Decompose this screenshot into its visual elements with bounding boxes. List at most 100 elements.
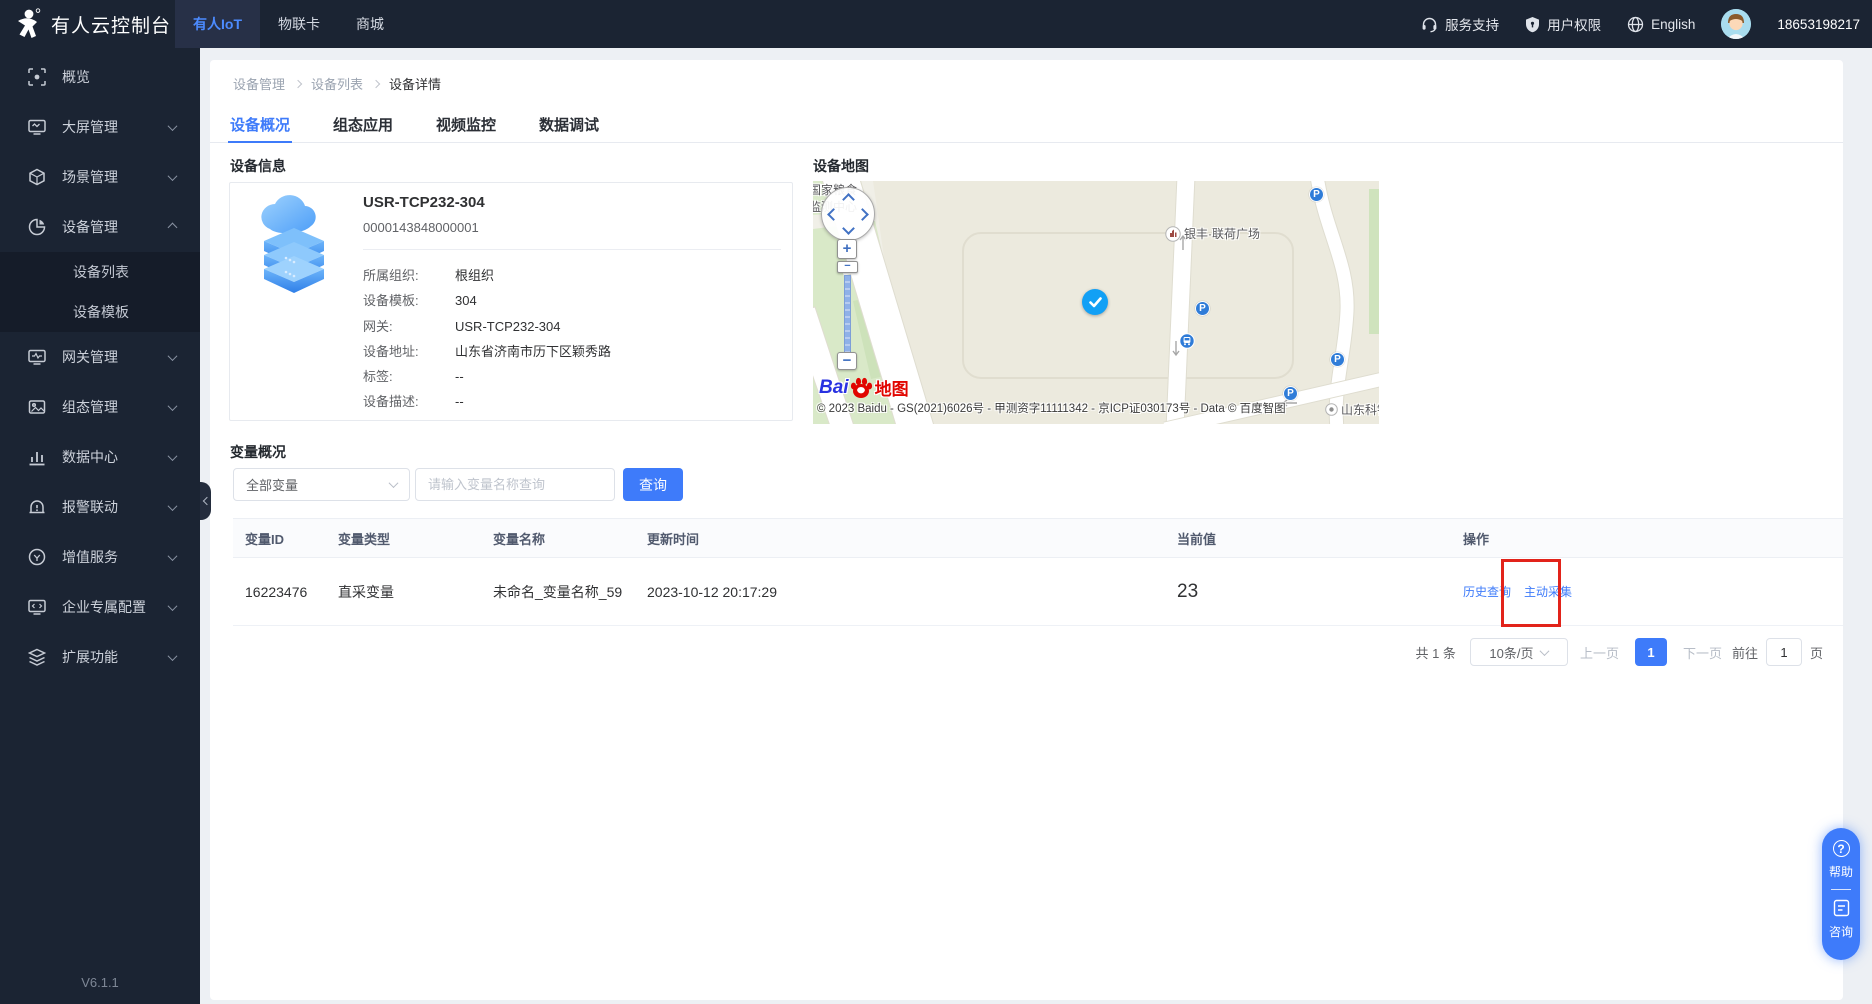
page-unit-label: 页 [1810,643,1823,662]
content-card: 设备管理 设备列表 设备详情 设备概况 组态应用 视频监控 数据调试 设备信息 … [210,60,1843,1000]
device-field-template: 设备模板:304 [363,288,611,313]
shield-icon [1525,16,1540,33]
map-attribution: © 2023 Baidu - GS(2021)6026号 - 甲测资字11111… [817,400,1286,416]
baidu-maps-logo: Bai 地图 [819,375,909,400]
col-variable-name: 变量名称 [493,529,647,548]
chevron-down-icon [1540,646,1550,656]
sidebar-item-device-template[interactable]: 设备模板 [0,292,200,332]
breadcrumb-device-mgmt[interactable]: 设备管理 [233,74,285,93]
pan-down-icon[interactable] [842,222,855,235]
monitor-code-icon [27,598,47,616]
user-permission-link[interactable]: 用户权限 [1525,14,1601,34]
sidebar-item-device-list[interactable]: 设备列表 [0,252,200,292]
page-size-select[interactable]: 10条/页 [1470,638,1568,666]
image-icon [27,398,47,416]
sidebar-item-screen-mgmt[interactable]: 大屏管理 [0,102,200,152]
map-zoom-in-button[interactable]: + [837,239,857,259]
sidebar: 概览 大屏管理 场景管理 设备管理 [0,48,200,1004]
sidebar-item-enterprise-config[interactable]: 企业专属配置 [0,582,200,632]
globe-icon [1627,16,1644,33]
tab-data-debug[interactable]: 数据调试 [537,110,601,142]
device-map[interactable]: 国家粮食 监测中心 银丰·联荷广场 P P P P [813,181,1379,424]
goto-page-input[interactable] [1766,638,1802,666]
variable-type-select[interactable]: 全部变量 [233,468,410,501]
sidebar-item-gateway-mgmt[interactable]: 网关管理 [0,332,200,382]
floating-help-widget: ? 帮助 咨询 [1822,828,1860,960]
usr-logo-icon [14,8,41,40]
divider [363,249,781,250]
col-variable-id: 变量ID [233,529,338,548]
sidebar-item-extensions[interactable]: 扩展功能 [0,632,200,682]
alarm-bell-icon [27,498,47,516]
sidebar-item-value-added[interactable]: 增值服务 [0,532,200,582]
col-update-time: 更新时间 [647,529,1177,548]
consult-button[interactable]: 咨询 [1829,923,1853,940]
baidu-paw-icon [849,377,873,399]
next-page-button[interactable]: 下一页 [1683,643,1722,662]
pan-right-icon[interactable] [856,208,869,221]
topnav-iot-card[interactable]: 物联卡 [260,0,338,48]
parking-icon: P [1309,187,1324,202]
device-info-card: USR-TCP232-304 0000143848000001 所属组织:根组织… [229,182,793,421]
query-button[interactable]: 查询 [623,468,683,501]
detail-tabs: 设备概况 组态应用 视频监控 数据调试 [210,110,1843,143]
map-poi-keyin: 山东科银 [1325,401,1379,418]
sidebar-item-data-center[interactable]: 数据中心 [0,432,200,482]
chevron-down-icon [168,351,178,361]
chevron-down-icon [168,171,178,181]
gateway-monitor-icon [27,348,47,366]
sidebar-item-alarm-linkage[interactable]: 报警联动 [0,482,200,532]
question-icon[interactable]: ? [1833,840,1850,857]
account-phone[interactable]: 18653198217 [1777,17,1860,32]
map-pan-control[interactable] [821,187,875,241]
sidebar-item-scada-mgmt[interactable]: 组态管理 [0,382,200,432]
parking-icon: P [1195,301,1210,316]
top-header: 有人云控制台 有人IoT 物联卡 商城 服务支持 [0,0,1872,48]
tab-device-overview[interactable]: 设备概况 [228,110,292,142]
device-info-title: 设备信息 [230,156,286,176]
prev-page-button[interactable]: 上一页 [1580,643,1619,662]
big-screen-icon [27,118,47,136]
sidebar-item-scene-mgmt[interactable]: 场景管理 [0,152,200,202]
chevron-up-icon [168,222,178,232]
variables-table: 变量ID 变量类型 变量名称 更新时间 当前值 操作 16223476 直采变量… [233,518,1843,626]
layers-icon [27,648,47,666]
pagination-total: 共 1 条 [1415,643,1455,662]
device-field-tags: 标签:-- [363,364,611,389]
breadcrumb-device-list[interactable]: 设备列表 [311,74,363,93]
variable-search-input[interactable] [415,468,615,501]
current-page-button[interactable]: 1 [1635,638,1667,666]
help-button[interactable]: 帮助 [1829,863,1853,880]
device-mgmt-submenu: 设备列表 设备模板 [0,252,200,332]
tab-scada-app[interactable]: 组态应用 [331,110,395,142]
table-header-row: 变量ID 变量类型 变量名称 更新时间 当前值 操作 [233,518,1843,558]
map-poi-plaza: 银丰·联荷广场 [1165,225,1260,242]
pan-up-icon[interactable] [842,193,855,206]
topnav-usr-iot[interactable]: 有人IoT [175,0,260,48]
language-switch[interactable]: English [1627,16,1695,33]
cell-current-value: 23 [1177,581,1463,603]
device-name: USR-TCP232-304 [363,194,485,211]
cell-variable-id: 16223476 [233,584,338,600]
sidebar-item-device-mgmt[interactable]: 设备管理 [0,202,200,252]
tab-video-monitor[interactable]: 视频监控 [434,110,498,142]
cube-icon [27,168,47,186]
pagination: 共 1 条 10条/页 上一页 1 下一页 前往 页 [1415,638,1823,666]
table-row: 16223476 直采变量 未命名_变量名称_59 2023-10-12 20:… [233,558,1843,626]
document-icon[interactable] [1833,899,1850,917]
topnav-mall[interactable]: 商城 [338,0,402,48]
service-support-link[interactable]: 服务支持 [1421,14,1499,34]
chevron-down-icon [168,551,178,561]
sidebar-item-overview[interactable]: 概览 [0,52,200,102]
user-avatar[interactable] [1721,9,1751,39]
main-area: 设备管理 设备列表 设备详情 设备概况 组态应用 视频监控 数据调试 设备信息 … [200,48,1872,1004]
pan-left-icon[interactable] [827,208,840,221]
map-zoom-slider-track[interactable] [844,275,851,353]
map-zoom-slider-handle[interactable]: − [837,261,858,273]
sidebar-collapse-handle[interactable] [200,482,211,520]
device-location-marker[interactable] [1082,289,1108,315]
map-zoom-out-button[interactable]: − [837,352,857,370]
breadcrumb-device-detail: 设备详情 [389,74,441,93]
chevron-down-icon [168,401,178,411]
cloud-server-icon [256,195,332,295]
